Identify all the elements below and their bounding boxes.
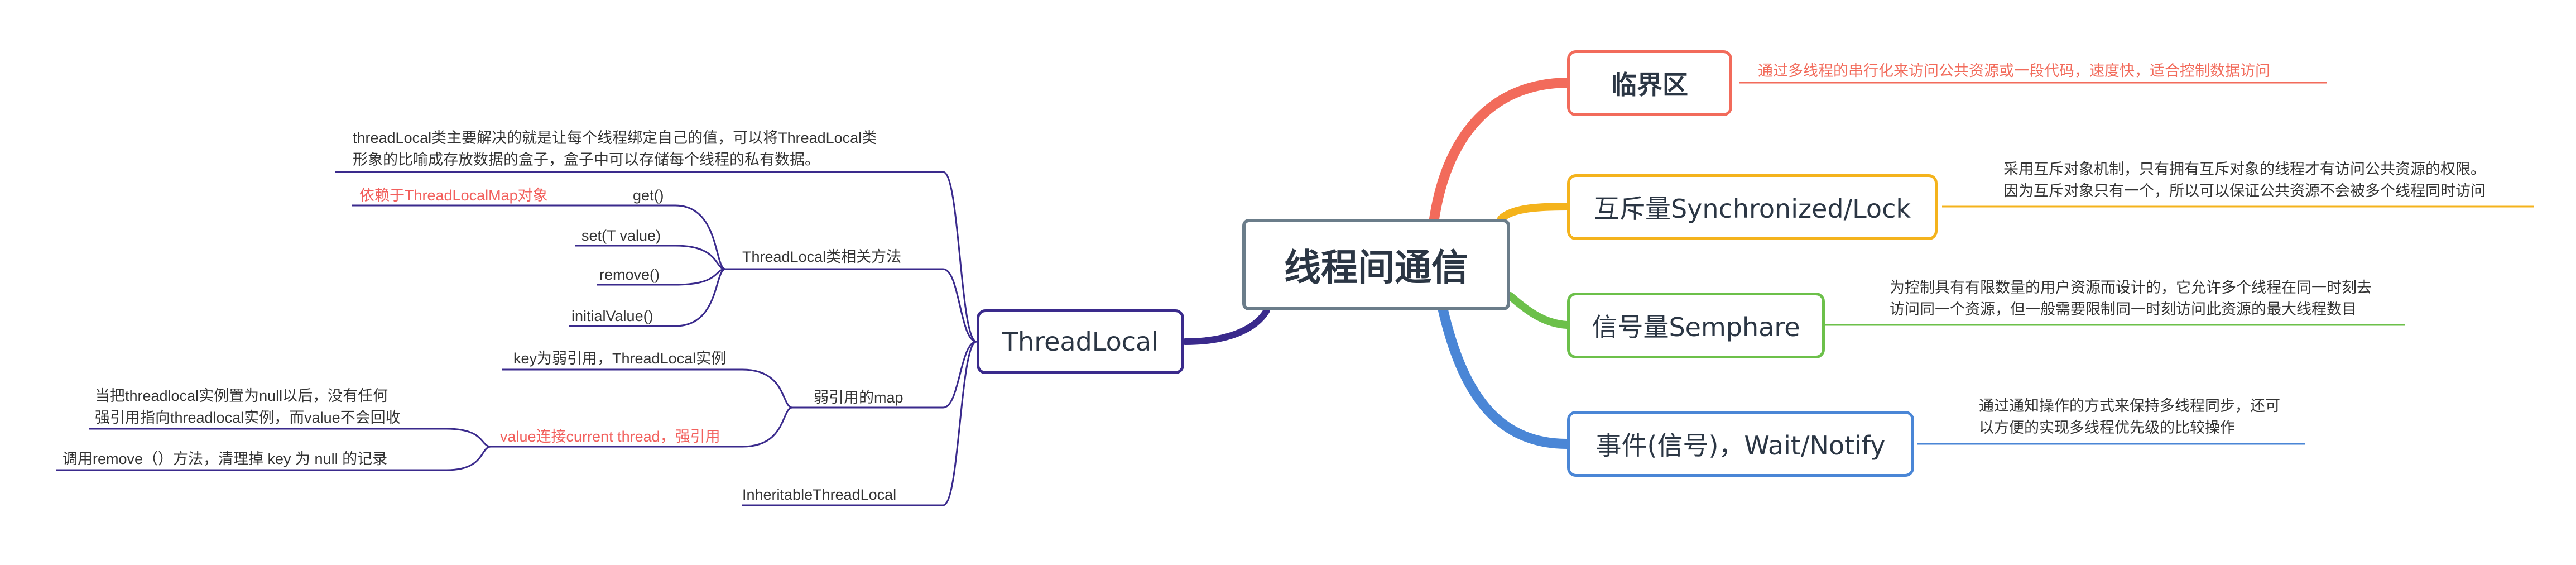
branch-critical-section[interactable]: 临界区: [1567, 50, 1732, 116]
connector-inheritable: [742, 341, 977, 506]
mutex-description: 采用互斥对象机制，只有拥有互斥对象的线程才有访问公共资源的权限。 因为互斥对象只…: [2003, 159, 2486, 202]
mutex-description-line: 采用互斥对象机制，只有拥有互斥对象的线程才有访问公共资源的权限。: [2003, 161, 2486, 178]
semaphore-description: 为控制具有有限数量的用户资源而设计的，它允许多个线程在同一时刻去 访问同一个资源…: [1890, 277, 2372, 320]
branch-event-label: 事件(信号)，Wait/Notify: [1595, 430, 1886, 461]
method-set: set(T value): [581, 227, 661, 244]
connector-semaphore: [1506, 292, 1571, 329]
branch-threadlocal-label: ThreadLocal: [1002, 327, 1159, 357]
threadlocal-intro: threadLocal类主要解决的就是让每个线程绑定自己的值，可以将Thread…: [353, 127, 877, 171]
branch-threadlocal[interactable]: ThreadLocal: [977, 309, 1184, 374]
threadlocal-intro-line: 形象的比喻成存放数据的盒子，盒子中可以存储每个线程的私有数据。: [353, 151, 820, 169]
weakmap-remove-note: 调用remove（）方法，清理掉 key 为 null 的记录: [63, 451, 388, 467]
weakmap-value: value连接current thread，强引用: [500, 428, 720, 445]
connector-threadlocal: [1182, 307, 1270, 345]
semaphore-description-line: 为控制具有有限数量的用户资源而设计的，它允许多个线程在同一时刻去: [1890, 279, 2372, 296]
root-label: 线程间通信: [1284, 246, 1468, 289]
root-node[interactable]: 线程间通信: [1242, 219, 1510, 310]
weakmap-key: key为弱引用，ThreadLocal实例: [513, 350, 727, 367]
connector-methods: [725, 268, 977, 343]
connector-key: [502, 368, 793, 409]
method-get: get(): [633, 187, 664, 204]
event-description-line: 通过通知操作的方式来保持多线程同步，还可: [1979, 398, 2280, 414]
mutex-description-line: 因为互斥对象只有一个，所以可以保证公共资源不会被多个线程同时访问: [2003, 183, 2486, 200]
connector-value-note: [89, 428, 492, 448]
critical-section-description: 通过多线程的串行化来访问公共资源或一段代码，速度快，适合控制数据访问: [1758, 63, 2270, 79]
branch-semaphore[interactable]: 信号量Semphare: [1567, 293, 1825, 358]
weakmap-label: 弱引用的map: [814, 389, 903, 406]
threadlocal-intro-line: threadLocal类主要解决的就是让每个线程绑定自己的值，可以将Thread…: [353, 130, 877, 146]
branch-mutex[interactable]: 互斥量Synchronized/Lock: [1567, 174, 1938, 240]
inheritable-threadlocal: InheritableThreadLocal: [742, 486, 897, 503]
semaphore-description-line: 访问同一个资源，但一般需要限制同一时刻访问此资源的最大线程数目: [1890, 301, 2357, 318]
connector-event: [1438, 305, 1572, 449]
weakmap-value-note: 当把threadlocal实例置为null以后，没有任何 强引用指向thread…: [95, 385, 401, 429]
method-remove: remove(): [599, 266, 660, 283]
branch-critical-section-label: 临界区: [1611, 70, 1688, 100]
branch-event[interactable]: 事件(信号)，Wait/Notify: [1567, 411, 1914, 477]
connector-mutex: [1497, 203, 1571, 223]
method-get-note: 依赖于ThreadLocalMap对象: [359, 187, 548, 204]
weakmap-value-note-line: 当把threadlocal实例置为null以后，没有任何: [95, 387, 388, 404]
event-description-line: 以方便的实现多线程优先级的比较操作: [1979, 419, 2235, 437]
event-description: 通过通知操作的方式来保持多线程同步，还可 以方便的实现多线程优先级的比较操作: [1979, 395, 2280, 439]
branch-semaphore-label: 信号量Semphare: [1592, 312, 1800, 342]
connector-critical-section: [1429, 78, 1572, 224]
method-initial-value: initialValue(): [571, 308, 653, 324]
methods-label: ThreadLocal类相关方法: [742, 248, 902, 265]
branch-mutex-label: 互斥量Synchronized/Lock: [1593, 194, 1911, 224]
weakmap-value-note-line: 强引用指向threadlocal实例，而value不会回收: [95, 409, 401, 427]
